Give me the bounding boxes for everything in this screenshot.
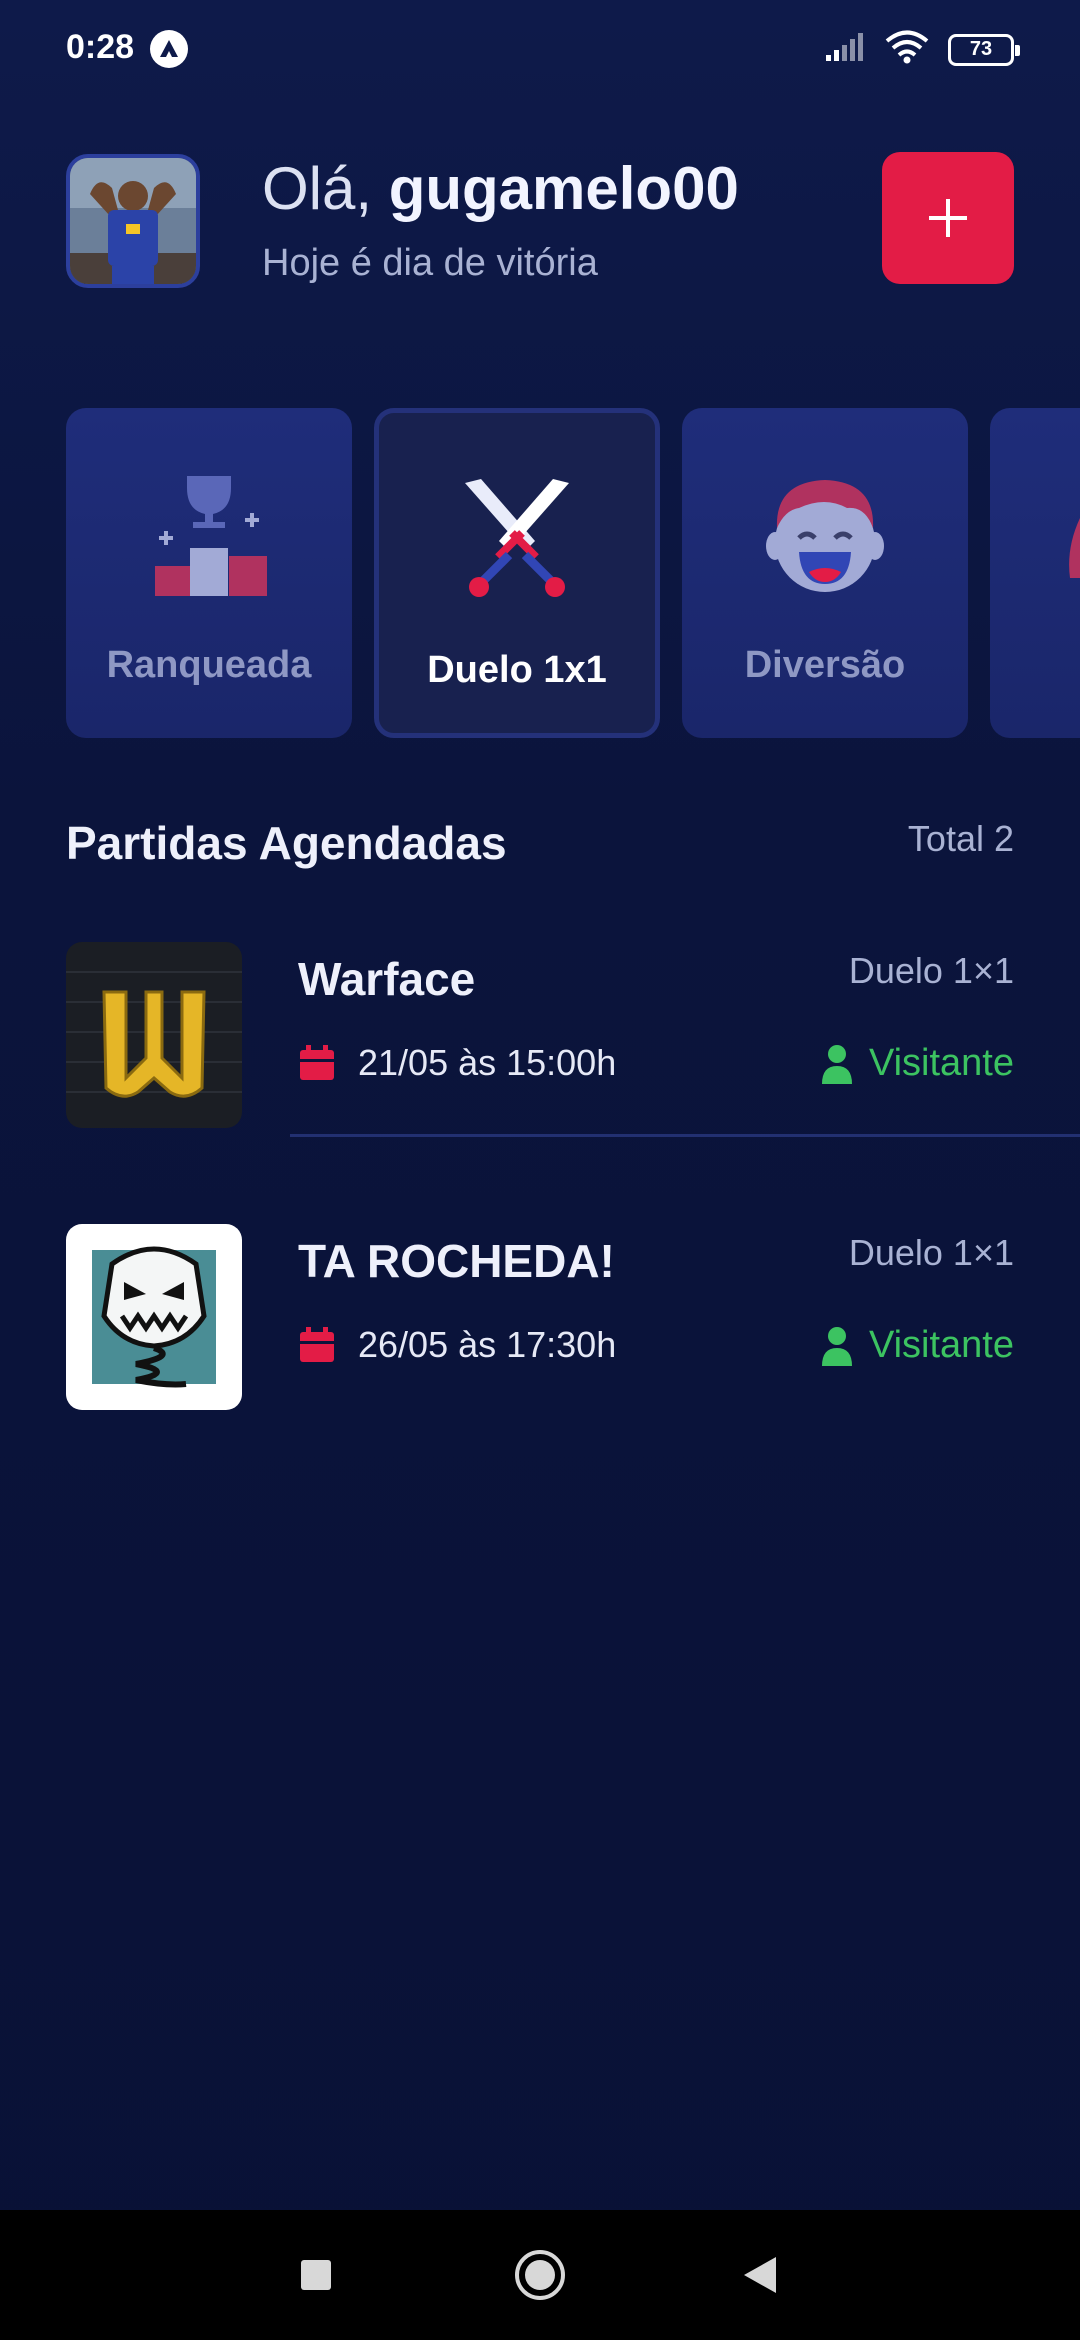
laughing-face-icon (766, 480, 884, 592)
category-list[interactable]: Ranqueada Duelo 1x1 Diversão (66, 408, 1080, 738)
match-date: 21/05 às 15:00h (358, 1042, 617, 1083)
match-item[interactable]: TA ROCHEDA! Duelo 1×1 26/05 às 17:30h Vi… (66, 1224, 1080, 1410)
game-thumbnail-rainbow-six (66, 1224, 242, 1410)
category-card-more[interactable] (990, 408, 1080, 738)
category-label: Diversão (744, 644, 906, 686)
match-role: Visitante (868, 1042, 1014, 1084)
calendar-icon (300, 1327, 334, 1362)
plus-icon (929, 199, 967, 237)
section-total: Total 2 (907, 818, 1014, 859)
home-circle-icon (515, 2250, 565, 2300)
match-mode: Duelo 1×1 (848, 950, 1014, 991)
wifi-icon (884, 30, 930, 69)
match-date-row: 26/05 às 17:30h (298, 1324, 616, 1366)
battery-icon: 73 (948, 33, 1020, 66)
divider (290, 1134, 1080, 1137)
match-mode: Duelo 1×1 (848, 1232, 1014, 1273)
back-button[interactable] (700, 2210, 820, 2340)
calendar-icon (300, 1045, 334, 1080)
back-triangle-icon (744, 2257, 776, 2293)
app-notification-icon (150, 30, 188, 68)
trophy-podium-icon (155, 476, 267, 596)
match-role-row: Visitante (821, 1324, 1014, 1367)
match-role-row: Visitante (821, 1042, 1014, 1085)
category-card-ranqueada[interactable]: Ranqueada (66, 408, 352, 738)
user-icon (821, 1044, 852, 1084)
category-card-duelo[interactable]: Duelo 1x1 (374, 408, 660, 738)
recent-apps-button[interactable] (256, 2210, 376, 2340)
crossed-swords-icon (465, 479, 569, 597)
status-time: 0:28 (66, 28, 135, 66)
greeting: Olá, gugamelo00 (262, 154, 739, 223)
greeting-prefix: Olá, (262, 155, 373, 222)
match-item[interactable]: Warface Duelo 1×1 21/05 às 15:00h Visita… (66, 942, 1080, 1128)
avatar[interactable] (66, 154, 200, 288)
partial-category-icon (1069, 518, 1080, 578)
game-thumbnail-warface (66, 942, 242, 1128)
match-role: Visitante (868, 1324, 1014, 1366)
status-bar: 0:28 73 (0, 0, 1080, 100)
square-icon (301, 2260, 331, 2290)
match-game-name: TA ROCHEDA! (298, 1235, 615, 1287)
user-icon (821, 1326, 852, 1366)
section-title: Partidas Agendadas (66, 817, 507, 869)
match-game-name: Warface (298, 953, 476, 1005)
category-label: Duelo 1x1 (427, 649, 607, 691)
signal-icon (824, 31, 866, 68)
add-match-button[interactable] (882, 152, 1014, 284)
match-date: 26/05 às 17:30h (358, 1324, 617, 1365)
match-date-row: 21/05 às 15:00h (298, 1042, 616, 1084)
username: gugamelo00 (388, 155, 739, 222)
category-label: Ranqueada (106, 644, 312, 686)
home-button[interactable] (480, 2210, 600, 2340)
category-card-diversao[interactable]: Diversão (682, 408, 968, 738)
subtitle: Hoje é dia de vitória (262, 242, 598, 284)
system-nav-bar (0, 2210, 1080, 2340)
